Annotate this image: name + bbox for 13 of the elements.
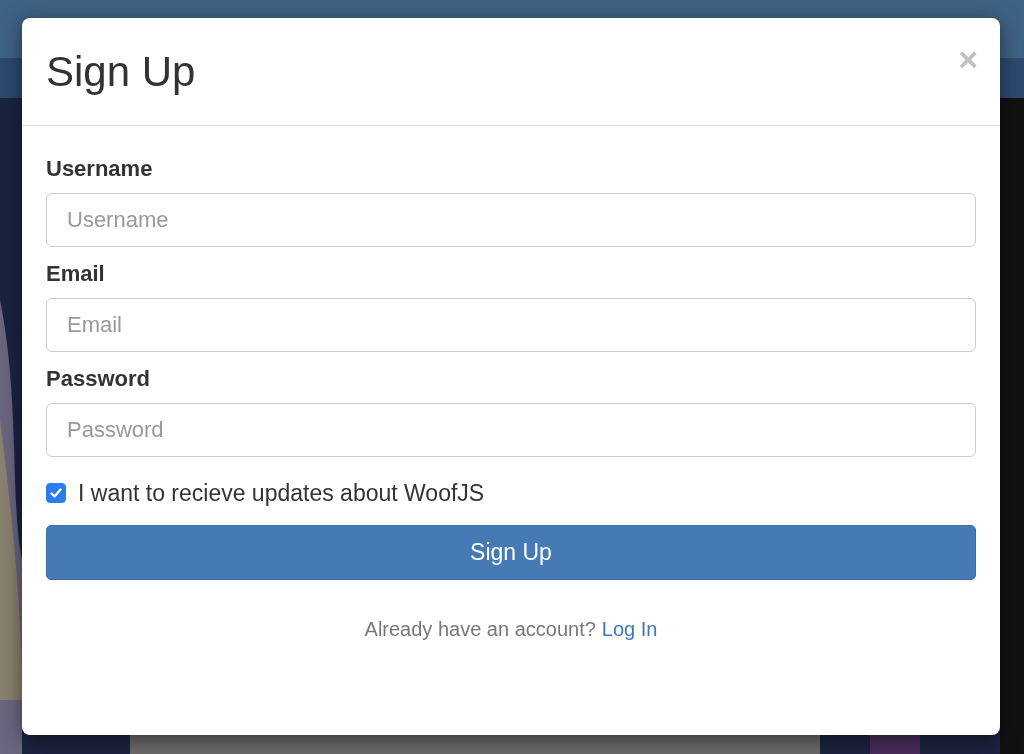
dialog-title: Sign Up [46,48,196,96]
checkbox-label: I want to recieve updates about WoofJS [78,479,485,508]
input-field[interactable]: Password [46,403,976,457]
signup-button[interactable]: Sign Up [46,525,976,580]
input-field[interactable]: Username [46,193,976,247]
checkbox[interactable] [46,483,66,503]
checkmark-icon [48,485,64,501]
login-link[interactable]: Log In [601,618,658,641]
field-label: Password [46,365,151,393]
field-label: Email [46,260,106,288]
input-field[interactable]: Email [46,298,976,352]
field-label: Username [46,155,154,183]
footer-text: Already have an account? [364,618,596,641]
